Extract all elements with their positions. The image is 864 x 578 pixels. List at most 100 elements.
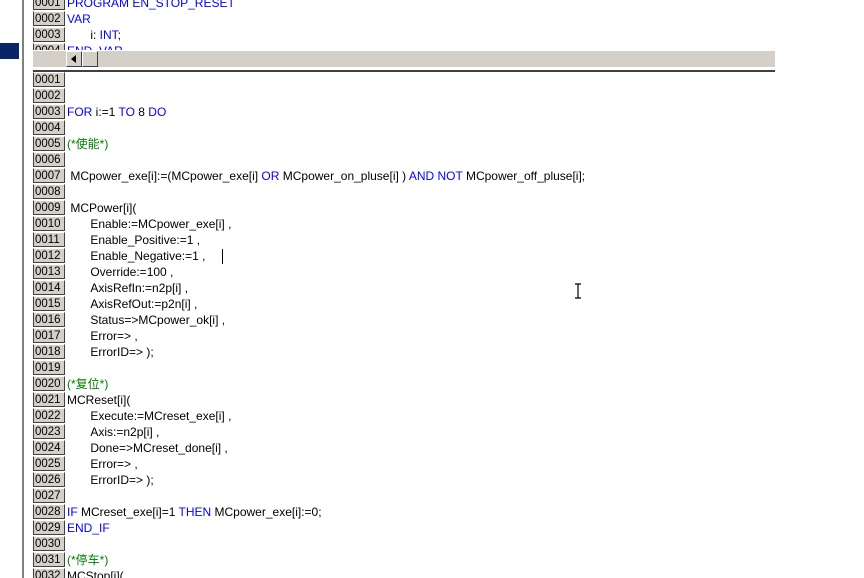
code-text[interactable]: MCReset[i]( <box>67 392 130 408</box>
keyword-token: THEN <box>178 505 212 519</box>
keyword-token: FOR <box>67 105 93 119</box>
panel-divider[interactable] <box>22 0 24 578</box>
code-line[interactable]: 0015 AxisRefOut:=p2n[i] , <box>33 296 775 312</box>
code-text[interactable]: AxisRefOut:=p2n[i] , <box>67 296 197 312</box>
code-line[interactable]: 0024 Done=>MCreset_done[i] , <box>33 440 775 456</box>
code-text[interactable]: (*停车*) <box>67 552 108 568</box>
code-text[interactable]: Enable:=MCpower_exe[i] , <box>67 216 231 232</box>
code-text[interactable]: Done=>MCreset_done[i] , <box>67 440 227 456</box>
keyword-token: AND NOT <box>408 169 463 183</box>
code-line[interactable]: 0030 <box>33 536 775 552</box>
code-line[interactable]: 0019 <box>33 360 775 376</box>
code-text[interactable]: IF MCreset_exe[i]=1 THEN MCpower_exe[i]:… <box>67 504 322 520</box>
code-body-editor[interactable]: 0001 0002 0003 FOR i:=1 TO 8 DO 0004 0005 (*使能… <box>33 72 775 578</box>
line-number: 0001 <box>33 72 65 87</box>
code-line[interactable]: 0032 MCStop[i]( <box>33 568 775 578</box>
code-line[interactable]: 0025 Error=> , <box>33 456 775 472</box>
line-number: 0009 <box>33 200 65 215</box>
code-token: MCpower_exe[i]:=0; <box>211 505 322 519</box>
code-text[interactable]: Axis:=n2p[i] , <box>67 424 159 440</box>
line-number: 0020 <box>33 376 65 391</box>
code-line[interactable]: 0007 MCpower_exe[i]:=(MCpower_exe[i] OR … <box>33 168 775 184</box>
code-line[interactable]: 0004 <box>33 120 775 136</box>
scroll-left-arrow-icon[interactable] <box>66 51 82 67</box>
code-token: MCStop[i]( <box>67 569 124 578</box>
declaration-horizontal-scrollbar[interactable] <box>33 50 775 67</box>
code-line[interactable]: 0008 <box>33 184 775 200</box>
code-line[interactable]: 0009 MCPower[i]( <box>33 200 775 216</box>
line-number: 0005 <box>33 136 65 151</box>
code-line[interactable]: 0003 i: INT; <box>33 27 775 43</box>
code-line[interactable]: 0022 Execute:=MCreset_exe[i] , <box>33 408 775 424</box>
code-line[interactable]: 0001 <box>33 72 775 88</box>
code-text[interactable]: (*使能*) <box>67 136 108 152</box>
line-number: 0002 <box>33 11 65 26</box>
code-line[interactable]: 0026 ErrorID=> ); <box>33 472 775 488</box>
declaration-editor[interactable]: 0001 PROGRAM EN_STOP_RESET 0002 VAR 0003 i: … <box>33 0 775 52</box>
code-line[interactable]: 0010 Enable:=MCpower_exe[i] , <box>33 216 775 232</box>
code-token: MCReset[i]( <box>67 393 131 407</box>
code-token: Enable:=MCpower_exe[i] , <box>67 217 232 231</box>
code-token: MCpower_on_pluse[i] ) <box>279 169 409 183</box>
code-line[interactable]: 0018 ErrorID=> ); <box>33 344 775 360</box>
keyword-token: INT <box>99 28 118 42</box>
line-number: 0013 <box>33 264 65 279</box>
code-line[interactable]: 0028 IF MCreset_exe[i]=1 THEN MCpower_exe… <box>33 504 775 520</box>
code-line[interactable]: 0029 END_IF <box>33 520 775 536</box>
code-text[interactable]: Enable_Positive:=1 , <box>67 232 200 248</box>
code-token: AxisRefOut:=p2n[i] , <box>67 297 198 311</box>
code-line[interactable]: 0020 (*复位*) <box>33 376 775 392</box>
code-text[interactable]: ErrorID=> ); <box>67 472 154 488</box>
comment-token: (*复位*) <box>67 377 109 391</box>
code-line[interactable]: 0012 Enable_Negative:=1 , <box>33 248 775 264</box>
code-line[interactable]: 0011 Enable_Positive:=1 , <box>33 232 775 248</box>
code-line[interactable]: 0006 <box>33 152 775 168</box>
line-number: 0002 <box>33 88 65 103</box>
code-text[interactable]: AxisRefIn:=n2p[i] , <box>67 280 188 296</box>
code-text[interactable]: VAR <box>67 11 91 27</box>
code-text[interactable]: Execute:=MCreset_exe[i] , <box>67 408 231 424</box>
code-line[interactable]: 0027 <box>33 488 775 504</box>
code-line[interactable]: 0021 MCReset[i]( <box>33 392 775 408</box>
code-token: ErrorID=> ); <box>67 473 154 487</box>
line-number: 0027 <box>33 488 65 503</box>
line-number: 0001 <box>33 0 65 10</box>
code-text[interactable]: FOR i:=1 TO 8 DO <box>67 104 166 120</box>
code-text[interactable]: Error=> , <box>67 328 137 344</box>
code-text[interactable]: Override:=100 , <box>67 264 173 280</box>
code-line[interactable]: 0001 PROGRAM EN_STOP_RESET <box>33 0 775 11</box>
code-token: MCpower_off_pluse[i]; <box>462 169 586 183</box>
code-line[interactable]: 0005 (*使能*) <box>33 136 775 152</box>
code-token: MCPower[i]( <box>67 201 137 215</box>
code-text[interactable]: Status=>MCpower_ok[i] , <box>67 312 225 328</box>
code-token: Status=>MCpower_ok[i] , <box>67 313 226 327</box>
code-text[interactable]: MCpower_exe[i]:=(MCpower_exe[i] OR MCpow… <box>67 168 585 184</box>
line-number: 0019 <box>33 360 65 375</box>
code-text[interactable]: MCPower[i]( <box>67 200 136 216</box>
code-line[interactable]: 0002 VAR <box>33 11 775 27</box>
selected-tree-item[interactable] <box>0 43 19 59</box>
code-text[interactable]: Enable_Negative:=1 , <box>67 248 205 264</box>
left-panel-strip <box>0 0 26 578</box>
code-line[interactable]: 0013 Override:=100 , <box>33 264 775 280</box>
code-token: Enable_Positive:=1 , <box>67 233 201 247</box>
comment-token: (*停车*) <box>67 553 109 567</box>
code-text[interactable]: PROGRAM EN_STOP_RESET <box>67 0 235 11</box>
code-line[interactable]: 0002 <box>33 88 775 104</box>
code-text[interactable]: ErrorID=> ); <box>67 344 153 360</box>
scrollbar-thumb[interactable] <box>82 51 98 67</box>
code-line[interactable]: 0023 Axis:=n2p[i] , <box>33 424 775 440</box>
code-text[interactable]: END_IF <box>67 520 110 536</box>
code-text[interactable]: (*复位*) <box>67 376 108 392</box>
line-number: 0007 <box>33 168 65 183</box>
code-line[interactable]: 0031 (*停车*) <box>33 552 775 568</box>
code-line[interactable]: 0017 Error=> , <box>33 328 775 344</box>
code-text[interactable]: i: INT; <box>67 27 121 43</box>
line-number: 0008 <box>33 184 65 199</box>
code-text[interactable]: MCStop[i]( <box>67 568 124 578</box>
code-text[interactable]: Error=> , <box>67 456 137 472</box>
code-line[interactable]: 0003 FOR i:=1 TO 8 DO <box>33 104 775 120</box>
code-line[interactable]: 0014 AxisRefIn:=n2p[i] , <box>33 280 775 296</box>
code-token: i:=1 <box>92 105 119 119</box>
code-line[interactable]: 0016 Status=>MCpower_ok[i] , <box>33 312 775 328</box>
